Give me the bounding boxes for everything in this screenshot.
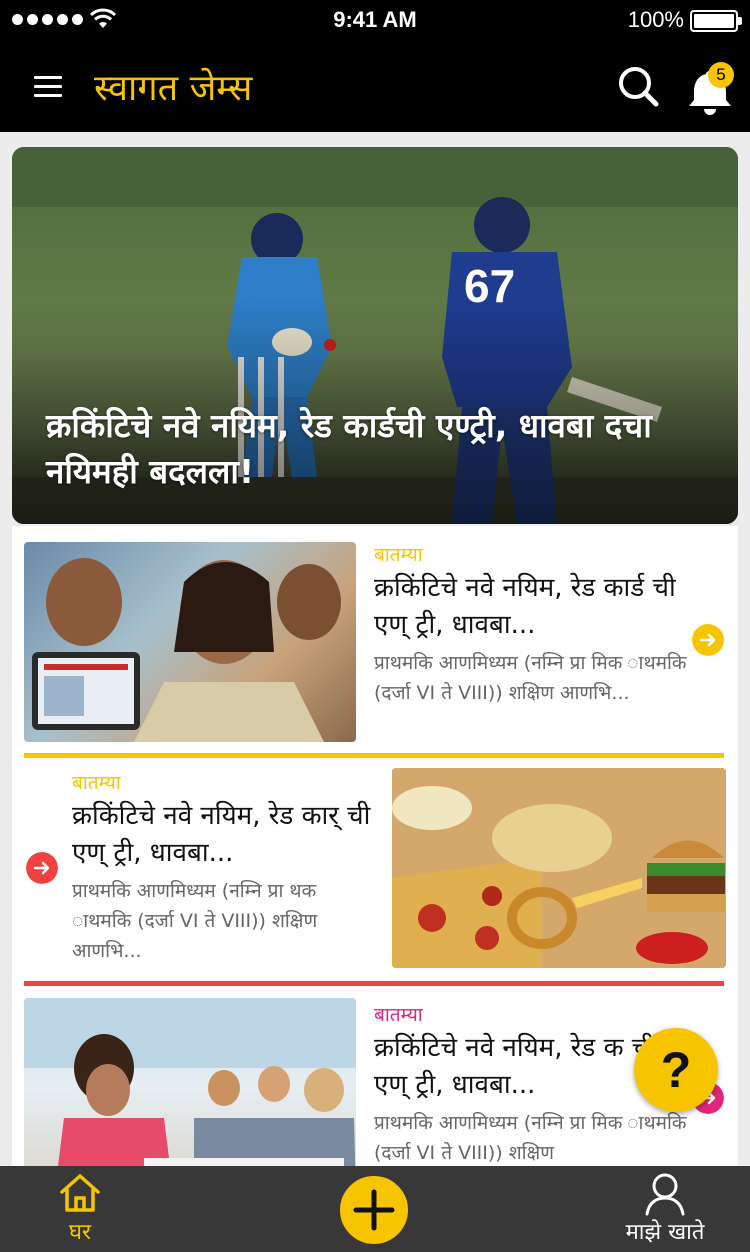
battery-cap (738, 17, 742, 25)
search-icon[interactable] (614, 62, 664, 112)
article-headline: क्रकिंटिचे नवे नयिम, रेड कार्ड ची एण् ट्… (374, 573, 676, 640)
list-item[interactable]: बातम्या क्रकिंटिचे नवे नयिम, रेड कार् ची… (12, 758, 738, 986)
nav-item-home[interactable]: घर (40, 1166, 120, 1252)
article-image (24, 998, 356, 1166)
article-text: बातम्या क्रकिंटिचे नवे नयिम, रेड कार् ची… (72, 770, 372, 966)
notifications-button[interactable]: 5 (684, 60, 740, 120)
help-icon: ? (660, 1042, 692, 1098)
add-button[interactable] (337, 1173, 411, 1247)
app-header: स्वागत जेम्स 5 (0, 40, 750, 132)
article-description: प्राथमकि आणमिध्यम (नम्नि प्रा थक ाथमकि (… (72, 880, 318, 962)
list-item[interactable]: बातम्या क्रकिंटिचे नवे नयिम, रेड क ची एण… (12, 986, 738, 1166)
article-text: बातम्या क्रकिंटिचे नवे नयिम, रेड कार्ड च… (374, 542, 692, 708)
article-category: बातम्या (72, 772, 121, 794)
hero-title: क्रकिंटिचे नवे नयिम, रेड कार्डची एण्ट्री… (46, 406, 652, 491)
article-category: बातम्या (374, 1004, 423, 1026)
hero-banner[interactable]: 67 क्रकिंटिचे नवे नयिम, रेड कार्डची एण्ट… (12, 147, 738, 524)
battery-icon (690, 10, 738, 32)
article-headline: क्रकिंटिचे नवे नयिम, रेड कार् ची एण् ट्र… (72, 801, 371, 868)
status-bar: 9:41 AM 100% (0, 0, 750, 40)
bottom-nav: घर माझे खाते (0, 1166, 750, 1252)
arrow-right-icon[interactable] (26, 852, 58, 884)
article-image (392, 768, 726, 968)
page-title: स्वागत जेम्स (94, 68, 253, 109)
article-category: बातम्या (374, 544, 423, 566)
list-item[interactable]: बातम्या क्रकिंटिचे नवे नयिम, रेड कार्ड च… (12, 526, 738, 758)
menu-icon[interactable] (34, 76, 62, 98)
home-icon (60, 1174, 100, 1212)
article-description: प्राथमकि आणमिध्यम (नम्नि प्रा मिक ाथमकि … (374, 1112, 687, 1164)
arrow-right-icon[interactable] (692, 624, 724, 656)
nav-item-account[interactable]: माझे खाते (600, 1166, 730, 1252)
nav-label-home: घर (68, 1220, 91, 1245)
nav-label-account: माझे खाते (625, 1220, 705, 1245)
article-description: प्राथमकि आणमिध्यम (नम्नि प्रा मिक ाथमकि … (374, 652, 687, 704)
plus-icon (353, 1189, 395, 1231)
battery-percent: 100% (627, 7, 684, 32)
article-image (24, 542, 356, 742)
user-icon (645, 1173, 685, 1216)
help-button[interactable]: ? (634, 1028, 718, 1112)
notification-badge: 5 (708, 62, 734, 88)
